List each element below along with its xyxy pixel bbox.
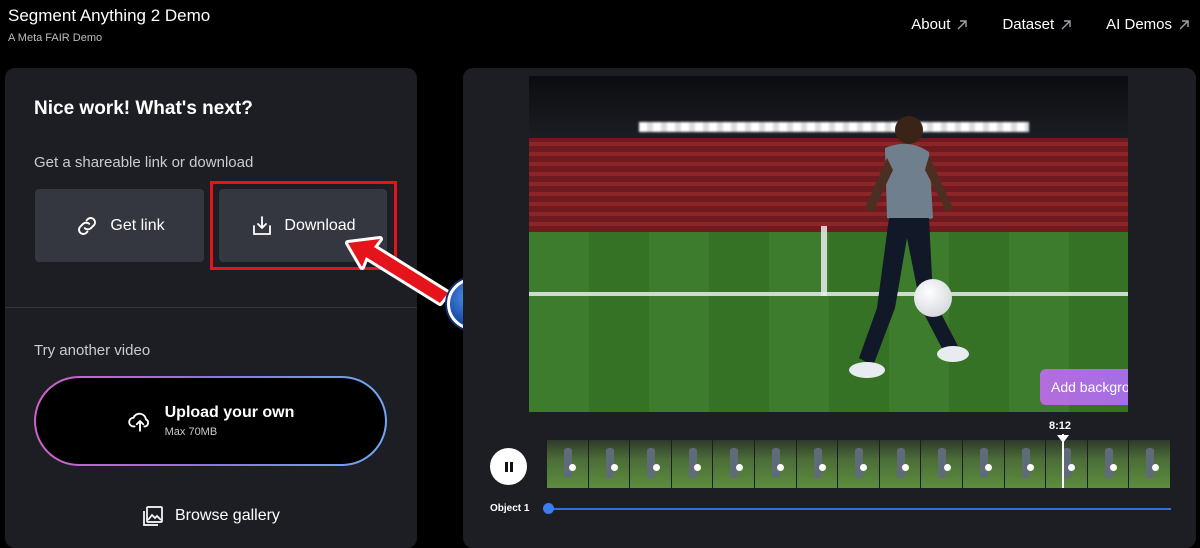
timeline-frame[interactable] — [838, 440, 880, 488]
frame-player-figure — [979, 448, 988, 478]
timeline-frame[interactable] — [1087, 440, 1130, 488]
external-arrow-icon — [1179, 19, 1189, 29]
frame-ball — [902, 464, 910, 471]
timeline-frame[interactable] — [713, 440, 755, 488]
link-icon — [78, 216, 97, 235]
app-title: Segment Anything 2 Demo — [8, 6, 211, 25]
timeline-frame[interactable] — [1004, 440, 1047, 488]
timeline-frame[interactable] — [754, 440, 797, 488]
playhead-marker[interactable] — [1057, 435, 1069, 443]
frame-player-figure — [688, 448, 697, 478]
frame-player-figure — [1146, 448, 1155, 478]
share-label: Get a shareable link or download — [34, 154, 254, 171]
frame-ball — [1110, 464, 1118, 471]
get-link-label: Get link — [110, 216, 165, 234]
nav-about-label: About — [911, 16, 951, 33]
frame-player-figure — [813, 448, 822, 478]
pause-button[interactable] — [490, 448, 527, 485]
frame-player-figure — [564, 448, 573, 478]
cloud-upload-icon — [127, 412, 149, 432]
get-link-button[interactable]: Get link — [35, 189, 204, 262]
timeline-frame[interactable] — [588, 440, 631, 488]
add-background-image-button[interactable]: Add background image — [1040, 369, 1128, 405]
browse-gallery-button[interactable]: Browse gallery — [141, 504, 280, 528]
frame-ball — [777, 464, 785, 471]
gallery-icon — [143, 506, 163, 526]
timeline-frame[interactable] — [630, 440, 672, 488]
video-panel: Add background image 8:12 Object 1 — [463, 68, 1196, 548]
frame-player-figure — [1021, 448, 1030, 478]
frame-player-figure — [938, 448, 947, 478]
player-figure — [849, 116, 969, 378]
timeline-frame[interactable] — [962, 440, 1005, 488]
object-track-line — [548, 508, 1171, 510]
frame-player-figure — [1104, 448, 1113, 478]
soccer-ball — [914, 279, 952, 317]
frame-player-figure — [855, 448, 864, 478]
frame-player-figure — [1063, 448, 1072, 478]
frame-ball — [860, 464, 868, 471]
object-track-start-dot[interactable] — [543, 503, 554, 514]
nav-about[interactable]: About — [911, 16, 968, 33]
panel-title: Nice work! What's next? — [34, 98, 253, 119]
object-track-label: Object 1 — [490, 503, 530, 514]
browse-gallery-label: Browse gallery — [175, 507, 280, 524]
upload-own-button[interactable]: Upload your own Max 70MB — [34, 376, 387, 466]
frame-player-figure — [730, 448, 739, 478]
timeline-frame[interactable] — [879, 440, 922, 488]
frame-ball — [610, 464, 618, 471]
timeline-frame[interactable] — [796, 440, 839, 488]
timeline-filmstrip[interactable] — [547, 440, 1171, 488]
frame-player-figure — [647, 448, 656, 478]
top-nav: About Dataset AI Demos — [911, 16, 1190, 33]
header: Segment Anything 2 Demo A Meta FAIR Demo… — [0, 0, 1200, 62]
timeline-frame[interactable] — [671, 440, 714, 488]
frame-ball — [943, 464, 951, 471]
timeline-frame[interactable] — [547, 440, 589, 488]
upload-size-limit: Max 70MB — [164, 426, 218, 438]
frame-ball — [1151, 464, 1159, 471]
frame-player-figure — [772, 448, 781, 478]
nav-ai-demos[interactable]: AI Demos — [1106, 16, 1190, 33]
upload-label: Upload your own — [164, 404, 295, 421]
external-arrow-icon — [957, 19, 968, 29]
try-another-label: Try another video — [34, 342, 151, 359]
timeline-frame[interactable] — [1129, 440, 1171, 488]
pause-icon — [504, 461, 513, 472]
frame-ball — [1068, 464, 1076, 471]
nav-dataset-label: Dataset — [1002, 16, 1055, 33]
playhead-time: 8:12 — [1049, 420, 1072, 432]
external-arrow-icon — [1061, 19, 1071, 29]
frame-ball — [694, 464, 702, 471]
frame-player-figure — [896, 448, 905, 478]
nav-ai-demos-label: AI Demos — [1106, 16, 1172, 33]
frame-ball — [569, 464, 577, 471]
timeline-frame[interactable] — [921, 440, 963, 488]
add-background-label: Add background image — [1051, 379, 1128, 395]
frame-ball — [1026, 464, 1034, 471]
video-preview[interactable]: Add background image — [529, 76, 1128, 412]
frame-player-figure — [605, 448, 614, 478]
timeline-frame[interactable] — [1046, 440, 1088, 488]
frame-ball — [735, 464, 743, 471]
pitch-line — [821, 226, 827, 296]
app-subtitle: A Meta FAIR Demo — [8, 32, 103, 44]
frame-ball — [985, 464, 993, 471]
frame-ball — [818, 464, 826, 471]
frame-ball — [652, 464, 660, 471]
nav-dataset[interactable]: Dataset — [1002, 16, 1072, 33]
